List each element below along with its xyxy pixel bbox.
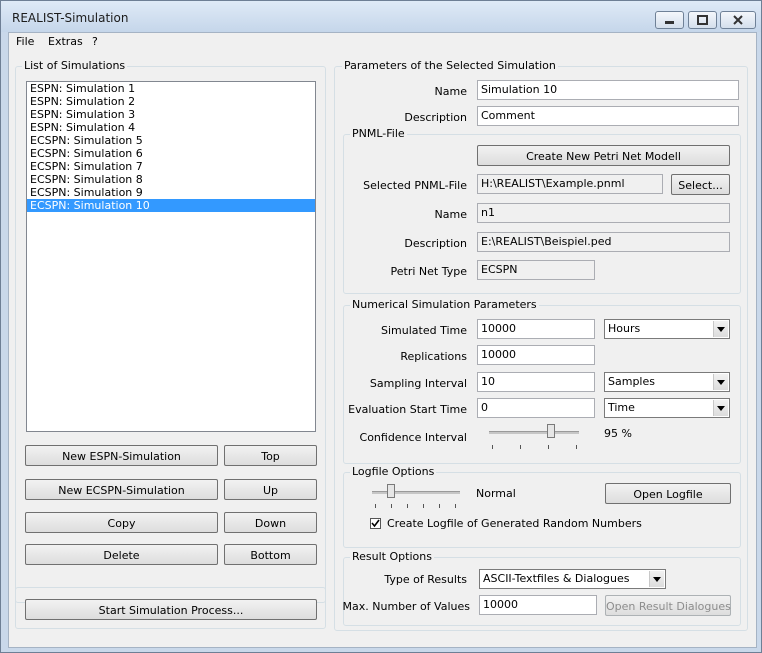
create-petri-net-button[interactable]: Create New Petri Net Modell bbox=[477, 145, 730, 166]
top-button[interactable]: Top bbox=[224, 445, 317, 466]
log-level-value: Normal bbox=[476, 487, 516, 500]
slider-tick bbox=[407, 504, 408, 508]
app-window: REALIST-Simulation File Extras ? List of… bbox=[0, 0, 762, 653]
list-item[interactable]: ECSPN: Simulation 8 bbox=[27, 173, 315, 186]
confidence-value: 95 % bbox=[604, 427, 632, 440]
petri-net-type-label: Petri Net Type bbox=[390, 265, 467, 278]
checkmark-icon bbox=[371, 519, 380, 528]
open-result-dialogues-button: Open Result Dialogues bbox=[605, 595, 731, 616]
down-button[interactable]: Down bbox=[224, 512, 317, 533]
slider-tick bbox=[375, 504, 376, 508]
parameters-title: Parameters of the Selected Simulation bbox=[342, 59, 558, 72]
list-item[interactable]: ESPN: Simulation 1 bbox=[27, 82, 315, 95]
confidence-interval-label: Confidence Interval bbox=[359, 431, 467, 444]
pnml-file-title: PNML-File bbox=[350, 127, 407, 140]
type-of-results-select[interactable]: ASCII-Textfiles & Dialogues bbox=[479, 569, 666, 589]
confidence-slider-track bbox=[489, 431, 579, 434]
list-item-selected[interactable]: ECSPN: Simulation 10 bbox=[27, 199, 315, 212]
minimize-button[interactable] bbox=[655, 11, 684, 29]
list-item[interactable]: ESPN: Simulation 2 bbox=[27, 95, 315, 108]
pnml-description-field: E:\REALIST\Beispiel.ped bbox=[477, 232, 730, 252]
description-field[interactable]: Comment bbox=[477, 106, 739, 126]
create-logfile-checkbox[interactable] bbox=[370, 518, 381, 529]
petri-net-type-field: ECSPN bbox=[477, 260, 595, 280]
description-label: Description bbox=[404, 111, 467, 124]
copy-button[interactable]: Copy bbox=[25, 512, 218, 533]
menu-help[interactable]: ? bbox=[92, 35, 98, 48]
close-button[interactable] bbox=[720, 11, 756, 29]
select-file-button[interactable]: Select... bbox=[671, 174, 730, 195]
replications-field[interactable]: 10000 bbox=[477, 345, 595, 365]
slider-tick bbox=[455, 504, 456, 508]
name-field[interactable]: Simulation 10 bbox=[477, 80, 739, 100]
type-of-results-label: Type of Results bbox=[384, 573, 467, 586]
pnml-name-label: Name bbox=[434, 208, 467, 221]
list-item[interactable]: ESPN: Simulation 4 bbox=[27, 121, 315, 134]
evaluation-unit-value: Time bbox=[608, 401, 635, 414]
client-area: File Extras ? List of Simulations ESPN: … bbox=[8, 32, 757, 648]
minimize-icon bbox=[665, 21, 674, 24]
confidence-slider-thumb[interactable] bbox=[547, 424, 555, 438]
list-item[interactable]: ECSPN: Simulation 7 bbox=[27, 160, 315, 173]
log-level-slider-thumb[interactable] bbox=[387, 484, 395, 498]
sampling-unit-select[interactable]: Samples bbox=[604, 372, 730, 392]
maximize-icon bbox=[697, 15, 708, 25]
up-button[interactable]: Up bbox=[224, 479, 317, 500]
max-values-label: Max. Number of Values bbox=[342, 600, 470, 613]
dropdown-arrow-icon bbox=[713, 321, 728, 337]
list-item[interactable]: ESPN: Simulation 3 bbox=[27, 108, 315, 121]
evaluation-start-label: Evaluation Start Time bbox=[348, 403, 467, 416]
bottom-button[interactable]: Bottom bbox=[224, 544, 317, 565]
simulated-time-label: Simulated Time bbox=[380, 324, 467, 337]
replications-label: Replications bbox=[400, 350, 467, 363]
selected-pnml-field: H:\REALIST\Example.pnml bbox=[477, 174, 663, 194]
maximize-button[interactable] bbox=[688, 11, 717, 29]
new-ecspn-simulation-button[interactable]: New ECSPN-Simulation bbox=[25, 479, 218, 500]
slider-tick bbox=[423, 504, 424, 508]
log-level-slider-track bbox=[372, 491, 460, 494]
name-label: Name bbox=[434, 85, 467, 98]
type-of-results-value: ASCII-Textfiles & Dialogues bbox=[483, 572, 630, 585]
sampling-unit-value: Samples bbox=[608, 375, 655, 388]
result-options-title: Result Options bbox=[350, 550, 434, 563]
close-icon bbox=[733, 15, 743, 25]
start-simulation-button[interactable]: Start Simulation Process... bbox=[25, 599, 317, 620]
slider-tick bbox=[576, 445, 577, 449]
dropdown-arrow-icon bbox=[713, 400, 728, 416]
simulation-list-title: List of Simulations bbox=[22, 59, 128, 72]
list-item[interactable]: ECSPN: Simulation 9 bbox=[27, 186, 315, 199]
dropdown-arrow-icon bbox=[713, 374, 728, 390]
simulated-time-field[interactable]: 10000 bbox=[477, 319, 595, 339]
logfile-options-title: Logfile Options bbox=[350, 465, 437, 478]
menu-file[interactable]: File bbox=[16, 35, 34, 48]
list-item[interactable]: ECSPN: Simulation 5 bbox=[27, 134, 315, 147]
open-logfile-button[interactable]: Open Logfile bbox=[605, 483, 731, 504]
slider-tick bbox=[439, 504, 440, 508]
window-title: REALIST-Simulation bbox=[12, 11, 129, 25]
create-logfile-label[interactable]: Create Logfile of Generated Random Numbe… bbox=[387, 517, 642, 530]
list-item[interactable]: ECSPN: Simulation 6 bbox=[27, 147, 315, 160]
max-values-field[interactable]: 10000 bbox=[479, 595, 597, 615]
slider-tick bbox=[492, 445, 493, 449]
sampling-interval-field[interactable]: 10 bbox=[477, 372, 595, 392]
evaluation-start-field[interactable]: 0 bbox=[477, 398, 595, 418]
slider-tick bbox=[548, 445, 549, 449]
slider-tick bbox=[520, 445, 521, 449]
simulated-time-unit-select[interactable]: Hours bbox=[604, 319, 730, 339]
evaluation-unit-select[interactable]: Time bbox=[604, 398, 730, 418]
pnml-name-field: n1 bbox=[477, 203, 730, 223]
simulated-time-unit-value: Hours bbox=[608, 322, 641, 335]
menu-extras[interactable]: Extras bbox=[48, 35, 83, 48]
delete-button[interactable]: Delete bbox=[25, 544, 218, 565]
menu-bar: File Extras ? bbox=[9, 33, 756, 51]
new-espn-simulation-button[interactable]: New ESPN-Simulation bbox=[25, 445, 218, 466]
dropdown-arrow-icon bbox=[649, 571, 664, 587]
pnml-description-label: Description bbox=[404, 237, 467, 250]
title-bar: REALIST-Simulation bbox=[1, 1, 761, 32]
slider-tick bbox=[391, 504, 392, 508]
sampling-interval-label: Sampling Interval bbox=[369, 377, 467, 390]
numerical-parameters-title: Numerical Simulation Parameters bbox=[350, 298, 539, 311]
selected-pnml-label: Selected PNML-File bbox=[363, 179, 467, 192]
simulation-list[interactable]: ESPN: Simulation 1 ESPN: Simulation 2 ES… bbox=[26, 81, 316, 432]
